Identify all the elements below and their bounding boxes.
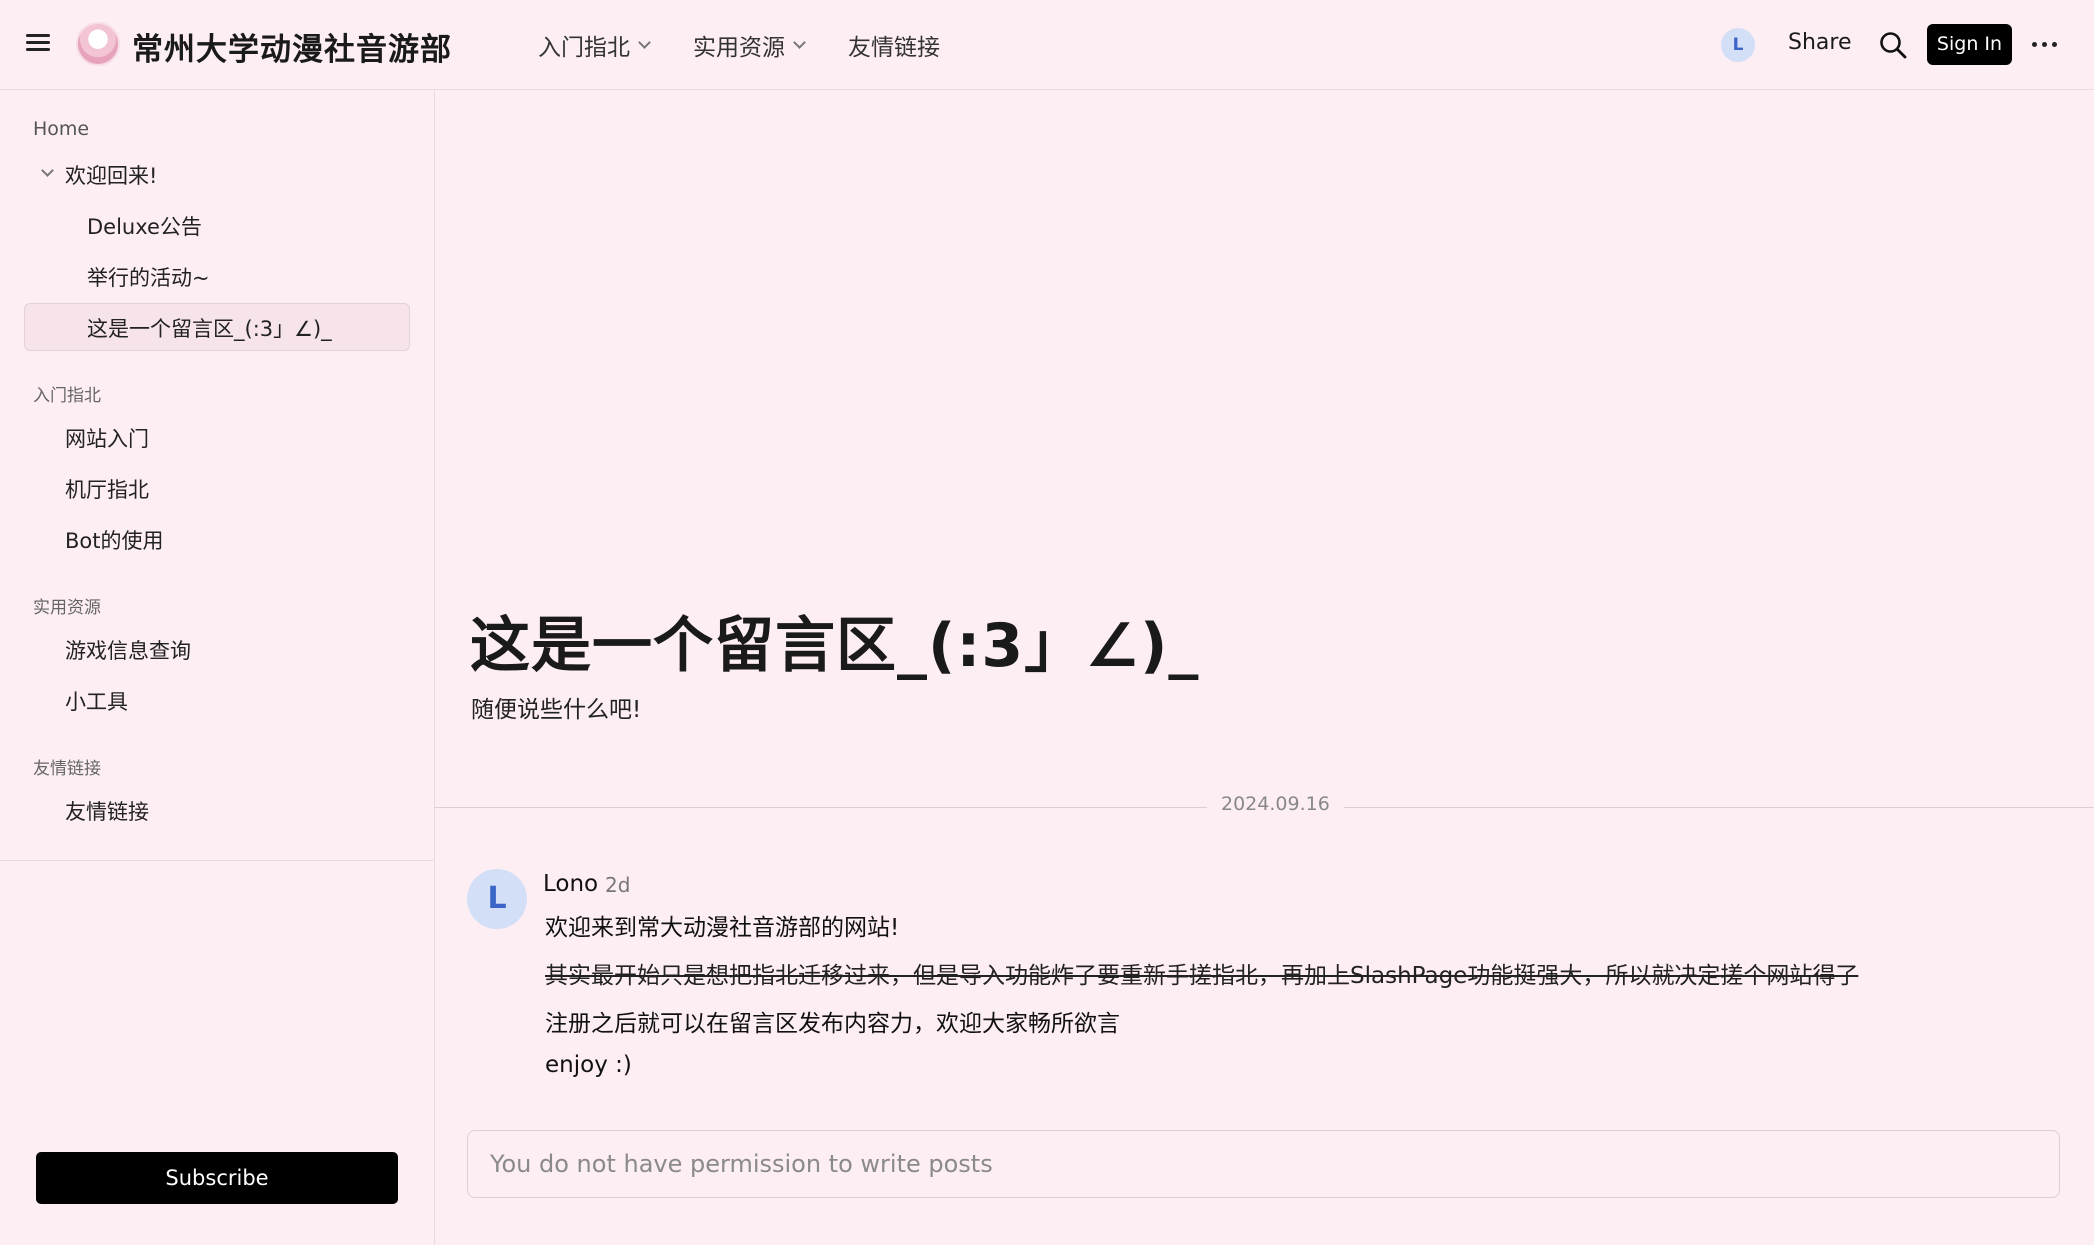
post-author-name[interactable]: Lono [543, 871, 598, 897]
sidebar-divider [0, 860, 434, 861]
post-line: enjoy :) [545, 1052, 632, 1078]
nav-item-resources[interactable]: 实用资源 [693, 28, 806, 62]
sidebar-item-bot-usage[interactable]: Bot的使用 [65, 525, 164, 555]
hamburger-menu-icon[interactable] [26, 30, 56, 60]
post-line: 注册之后就可以在留言区发布内容力，欢迎大家畅所欲言 [545, 1011, 1120, 1037]
chevron-down-icon [793, 36, 806, 49]
nav-item-label: 友情链接 [848, 35, 940, 61]
sidebar-item-deluxe-notice[interactable]: Deluxe公告 [87, 211, 202, 241]
chevron-down-icon [638, 36, 651, 49]
chevron-down-icon[interactable] [41, 164, 54, 177]
nav-item-links[interactable]: 友情链接 [848, 28, 940, 62]
subscribe-button[interactable]: Subscribe [36, 1152, 398, 1204]
nav-item-label: 实用资源 [693, 35, 785, 61]
sidebar-item-site-intro[interactable]: 网站入门 [65, 423, 149, 453]
sidebar-group-welcome[interactable]: 欢迎回来! [65, 160, 157, 190]
user-avatar[interactable]: L [1721, 28, 1755, 62]
search-icon[interactable] [1878, 30, 1908, 60]
nav-item-label: 入门指北 [538, 35, 630, 61]
page-title: 这是一个留言区_(:3」∠)_ [470, 611, 1200, 681]
sidebar-item-message-board[interactable]: 这是一个留言区_(:3」∠)_ [87, 313, 332, 343]
sidebar-item-tools[interactable]: 小工具 [65, 686, 128, 716]
nav-item-guide[interactable]: 入门指北 [538, 28, 651, 62]
sidebar-section-title: 实用资源 [33, 598, 101, 618]
sidebar-section-title: 友情链接 [33, 759, 101, 779]
post-author-avatar[interactable]: L [467, 869, 527, 929]
sidebar-home-link[interactable]: Home [33, 118, 89, 140]
site-logo[interactable] [76, 22, 120, 66]
site-title[interactable]: 常州大学动漫社音游部 [132, 24, 452, 69]
sign-in-button[interactable]: Sign In [1927, 24, 2012, 65]
compose-post-input[interactable]: You do not have permission to write post… [467, 1130, 2060, 1198]
page-subtitle: 随便说些什么吧! [471, 697, 642, 723]
sidebar-item-events[interactable]: 举行的活动~ [87, 262, 210, 292]
post-line-strikethrough: 其实最开始只是想把指北迁移过来，但是导入功能炸了要重新手搓指北，再加上Slash… [545, 963, 1859, 989]
sidebar-item-game-info[interactable]: 游戏信息查询 [65, 635, 191, 665]
post-line: 欢迎来到常大动漫社音游部的网站! [545, 915, 900, 941]
date-divider-label: 2024.09.16 [1207, 793, 1344, 815]
sidebar-section-title: 入门指北 [33, 386, 101, 406]
sidebar-item-friend-links[interactable]: 友情链接 [65, 796, 149, 826]
post-timestamp: 2d [605, 873, 631, 897]
more-options-icon[interactable] [2032, 32, 2064, 56]
sidebar: Home 欢迎回来! Deluxe公告 举行的活动~ 这是一个留言区_(:3」∠… [0, 90, 435, 1245]
sidebar-item-arcade-guide[interactable]: 机厅指北 [65, 474, 149, 504]
main-content: 这是一个留言区_(:3」∠)_ 随便说些什么吧! 2024.09.16 L Lo… [435, 90, 2094, 1245]
top-nav: 入门指北 实用资源 友情链接 [538, 28, 984, 62]
share-button[interactable]: Share [1788, 30, 1852, 55]
top-bar: 常州大学动漫社音游部 入门指北 实用资源 友情链接 L Share Sign I… [0, 0, 2094, 90]
